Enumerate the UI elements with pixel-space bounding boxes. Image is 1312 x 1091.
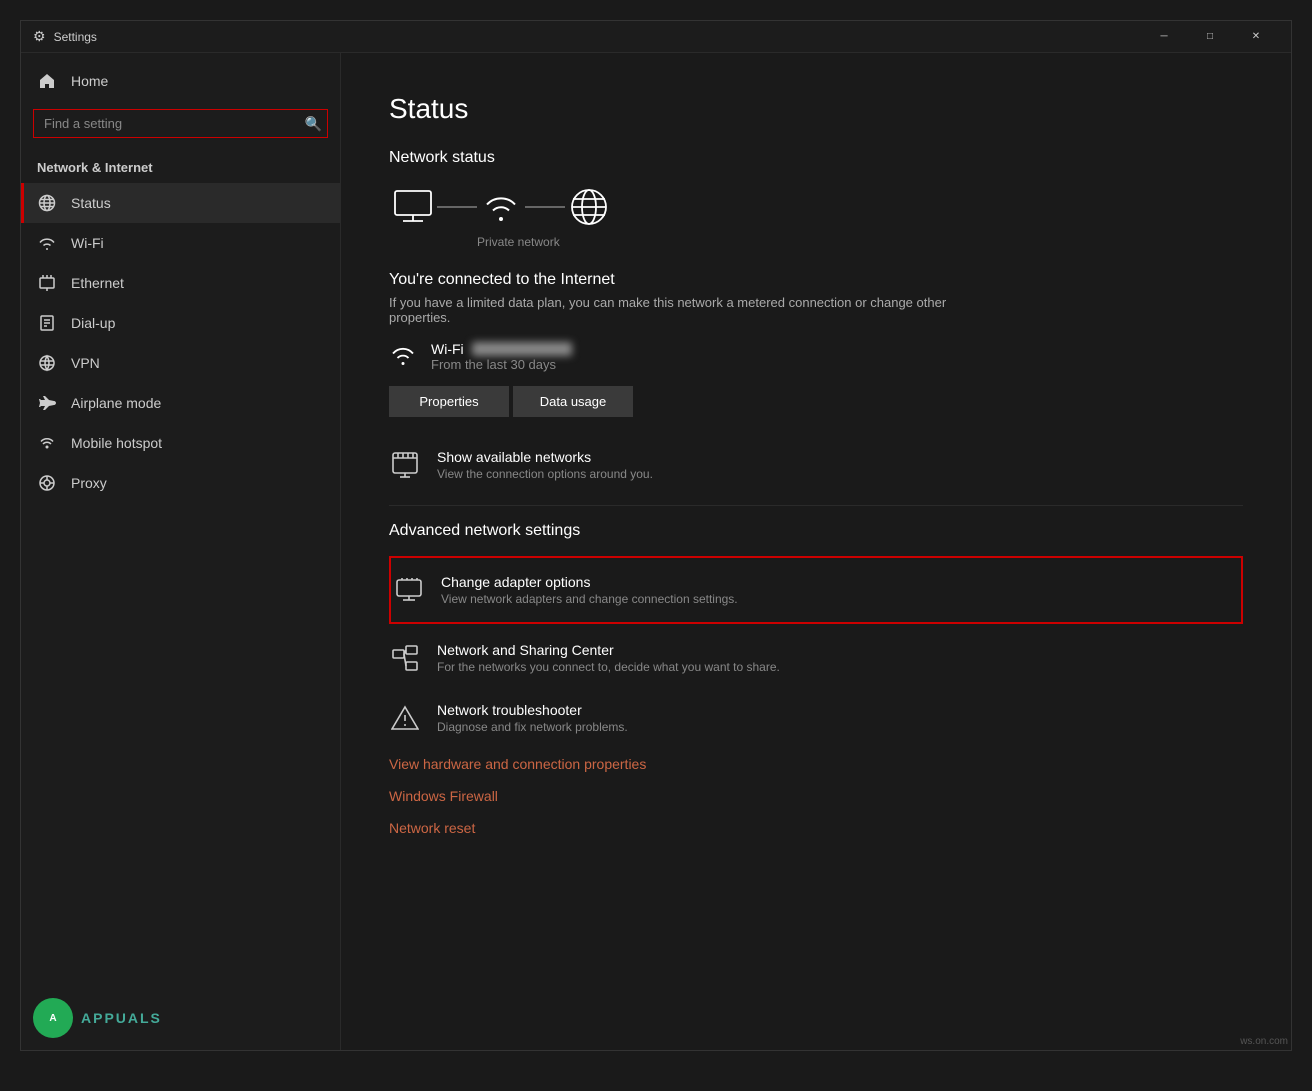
home-icon: [37, 71, 57, 91]
titlebar: ⚙ Settings ─ □ ✕: [21, 21, 1291, 53]
sidebar-item-airplane[interactable]: Airplane mode: [21, 383, 340, 423]
wifi-name-row: Wi-Fi: [431, 341, 572, 357]
airplane-label: Airplane mode: [71, 395, 161, 411]
network-label-container: Private network: [477, 233, 1243, 251]
globe-icon: [37, 193, 57, 213]
troubleshooter-title: Network troubleshooter: [437, 702, 628, 718]
sharing-text: Network and Sharing Center For the netwo…: [437, 642, 780, 674]
appuals-text: APPUALS: [81, 1010, 162, 1026]
ethernet-icon: [37, 273, 57, 293]
show-networks-title: Show available networks: [437, 449, 653, 465]
appuals-area: A APPUALS: [21, 986, 340, 1050]
change-adapter-title: Change adapter options: [441, 574, 738, 590]
sharing-sub: For the networks you connect to, decide …: [437, 660, 780, 674]
network-status-title: Network status: [389, 149, 1243, 167]
sidebar-item-proxy[interactable]: Proxy: [21, 463, 340, 503]
change-adapter-highlighted: Change adapter options View network adap…: [389, 556, 1243, 624]
sharing-center-item[interactable]: Network and Sharing Center For the netwo…: [389, 628, 1243, 688]
airplane-icon: [37, 393, 57, 413]
show-networks-row[interactable]: Show available networks View the connect…: [389, 441, 1243, 489]
sidebar-item-status[interactable]: Status: [21, 183, 340, 223]
sidebar-item-ethernet[interactable]: Ethernet: [21, 263, 340, 303]
firewall-link[interactable]: Windows Firewall: [389, 780, 1243, 812]
settings-window: ⚙ Settings ─ □ ✕ Home 🔍: [20, 20, 1292, 1051]
sidebar: Home 🔍 Network & Internet: [21, 53, 341, 1050]
hotspot-label: Mobile hotspot: [71, 435, 162, 451]
vpn-icon: [37, 353, 57, 373]
proxy-icon: [37, 473, 57, 493]
internet-globe-icon: [565, 183, 613, 231]
connected-sub: If you have a limited data plan, you can…: [389, 295, 949, 325]
sidebar-item-wifi[interactable]: Wi-Fi: [21, 223, 340, 263]
sharing-icon: [389, 642, 421, 674]
app-body: Home 🔍 Network & Internet: [21, 53, 1291, 1050]
line1: [437, 206, 477, 208]
change-adapter-sub: View network adapters and change connect…: [441, 592, 738, 606]
watermark: ws.on.com: [1240, 1036, 1288, 1047]
show-networks-sub: View the connection options around you.: [437, 467, 653, 481]
wifi-signal-icon: [477, 183, 525, 231]
maximize-button[interactable]: □: [1187, 21, 1233, 53]
networks-icon: [389, 449, 421, 481]
divider: [389, 505, 1243, 506]
search-icon[interactable]: 🔍: [305, 115, 322, 132]
home-nav-item[interactable]: Home: [21, 61, 340, 101]
search-input[interactable]: [33, 109, 328, 138]
show-networks-item[interactable]: Show available networks View the connect…: [389, 441, 1243, 489]
appuals-logo: A: [33, 998, 73, 1038]
network-diagram: [389, 183, 1243, 231]
dialup-label: Dial-up: [71, 315, 115, 331]
network-label: Private network: [477, 235, 560, 249]
wifi-days: From the last 30 days: [431, 357, 572, 372]
sidebar-item-dialup[interactable]: Dial-up: [21, 303, 340, 343]
page-title: Status: [389, 93, 1243, 125]
data-usage-button[interactable]: Data usage: [513, 386, 633, 417]
connected-title: You're connected to the Internet: [389, 271, 1243, 289]
window-controls: ─ □ ✕: [1141, 21, 1279, 53]
wifi-prefix: Wi-Fi: [431, 341, 464, 357]
minimize-button[interactable]: ─: [1141, 21, 1187, 53]
troubleshooter-text: Network troubleshooter Diagnose and fix …: [437, 702, 628, 734]
dialup-icon: [37, 313, 57, 333]
sidebar-section-title: Network & Internet: [21, 146, 340, 183]
ethernet-label: Ethernet: [71, 275, 124, 291]
troubleshooter-item[interactable]: Network troubleshooter Diagnose and fix …: [389, 688, 1243, 748]
sidebar-item-hotspot[interactable]: Mobile hotspot: [21, 423, 340, 463]
line2: [525, 206, 565, 208]
wifi-icon: [37, 233, 57, 253]
proxy-label: Proxy: [71, 475, 107, 491]
status-label: Status: [71, 195, 111, 211]
hotspot-icon: [37, 433, 57, 453]
wifi-name-blurred: [472, 342, 572, 356]
warning-icon: [389, 702, 421, 734]
settings-icon: ⚙: [33, 28, 46, 45]
home-label: Home: [71, 73, 108, 89]
sidebar-item-vpn[interactable]: VPN: [21, 343, 340, 383]
wifi-label: Wi-Fi: [71, 235, 104, 251]
show-networks-text: Show available networks View the connect…: [437, 449, 653, 481]
network-reset-link[interactable]: Network reset: [389, 812, 1243, 844]
vpn-label: VPN: [71, 355, 100, 371]
change-adapter-item[interactable]: Change adapter options View network adap…: [393, 560, 1239, 620]
action-buttons: Properties Data usage: [389, 386, 1243, 417]
change-adapter-text: Change adapter options View network adap…: [441, 574, 738, 606]
wifi-info: Wi-Fi From the last 30 days: [389, 341, 1243, 372]
window-title: Settings: [54, 30, 97, 44]
main-content: Status Network status: [341, 53, 1291, 1050]
connected-status: You're connected to the Internet If you …: [389, 271, 1243, 417]
properties-button[interactable]: Properties: [389, 386, 509, 417]
wifi-signal-small-icon: [389, 341, 417, 369]
network-visual-container: Private network: [389, 183, 1243, 251]
computer-icon: [389, 183, 437, 231]
troubleshooter-sub: Diagnose and fix network problems.: [437, 720, 628, 734]
close-button[interactable]: ✕: [1233, 21, 1279, 53]
advanced-title: Advanced network settings: [389, 522, 1243, 540]
sharing-title: Network and Sharing Center: [437, 642, 780, 658]
adapter-icon: [393, 574, 425, 606]
wifi-detail: Wi-Fi From the last 30 days: [431, 341, 572, 372]
search-box: 🔍: [33, 109, 328, 138]
hardware-props-link[interactable]: View hardware and connection properties: [389, 748, 1243, 780]
